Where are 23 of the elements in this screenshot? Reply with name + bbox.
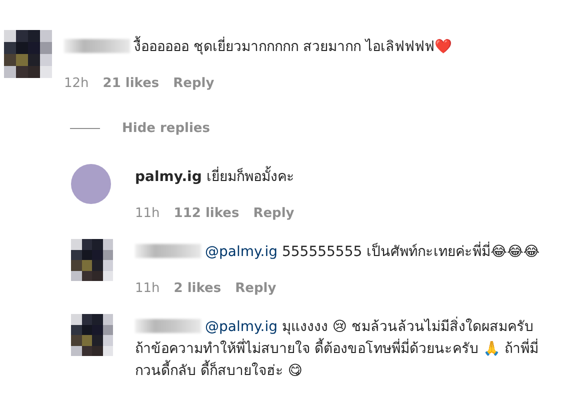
comment-time[interactable]: 11h (135, 206, 160, 221)
blurred-username (64, 39, 130, 53)
likes-count[interactable]: 21 likes (102, 76, 160, 91)
hide-replies-button[interactable]: Hide replies (122, 121, 210, 136)
reply-link[interactable]: Reply (235, 281, 276, 296)
blurred-username (135, 319, 201, 333)
blurred-username (135, 244, 201, 258)
pixelated-avatar[interactable] (71, 314, 113, 356)
username-link[interactable]: palmy.ig (135, 169, 202, 185)
comment-text: @palmy.ig มุแงงงง 😢 ชมล้วนล้วนไม่มีสิ่งใดผสมครับ ถ้าข้อความทำให้พี่ไม่สบายใจ ดี้ต้องขอโทษพี่มี่ด้วยนะครับ 🙏 ถ้าพี่มี่กวนดี้กลับ ดี้ก็สบายใจฮ่ะ 😋 (135, 314, 543, 382)
comment-time[interactable]: 11h (135, 281, 160, 296)
comment-time[interactable]: 12h (64, 76, 89, 91)
reply-link[interactable]: Reply (253, 206, 294, 221)
mention-link[interactable]: @palmy.ig (205, 244, 278, 260)
comment-text: @palmy.ig 555555555 เป็นศัพท์กะเทยค่ะพี่มี่😂😂😂 (135, 239, 543, 263)
likes-count[interactable]: 112 likes (174, 206, 240, 221)
pixelated-avatar[interactable] (4, 30, 52, 78)
comment-text: งื้ออออออ ชุดเยี่ยวมากกกกก สวยมากก ไอเลิฟฟฟฟ❤ (64, 34, 534, 58)
pixelated-avatar[interactable] (71, 239, 113, 281)
likes-count[interactable]: 2 likes (174, 281, 222, 296)
comment-text: palmy.ig เยี่ยมก็พอมั้งคะ (135, 164, 543, 188)
reply-link[interactable]: Reply (173, 76, 214, 91)
mention-link[interactable]: @palmy.ig (205, 319, 278, 335)
